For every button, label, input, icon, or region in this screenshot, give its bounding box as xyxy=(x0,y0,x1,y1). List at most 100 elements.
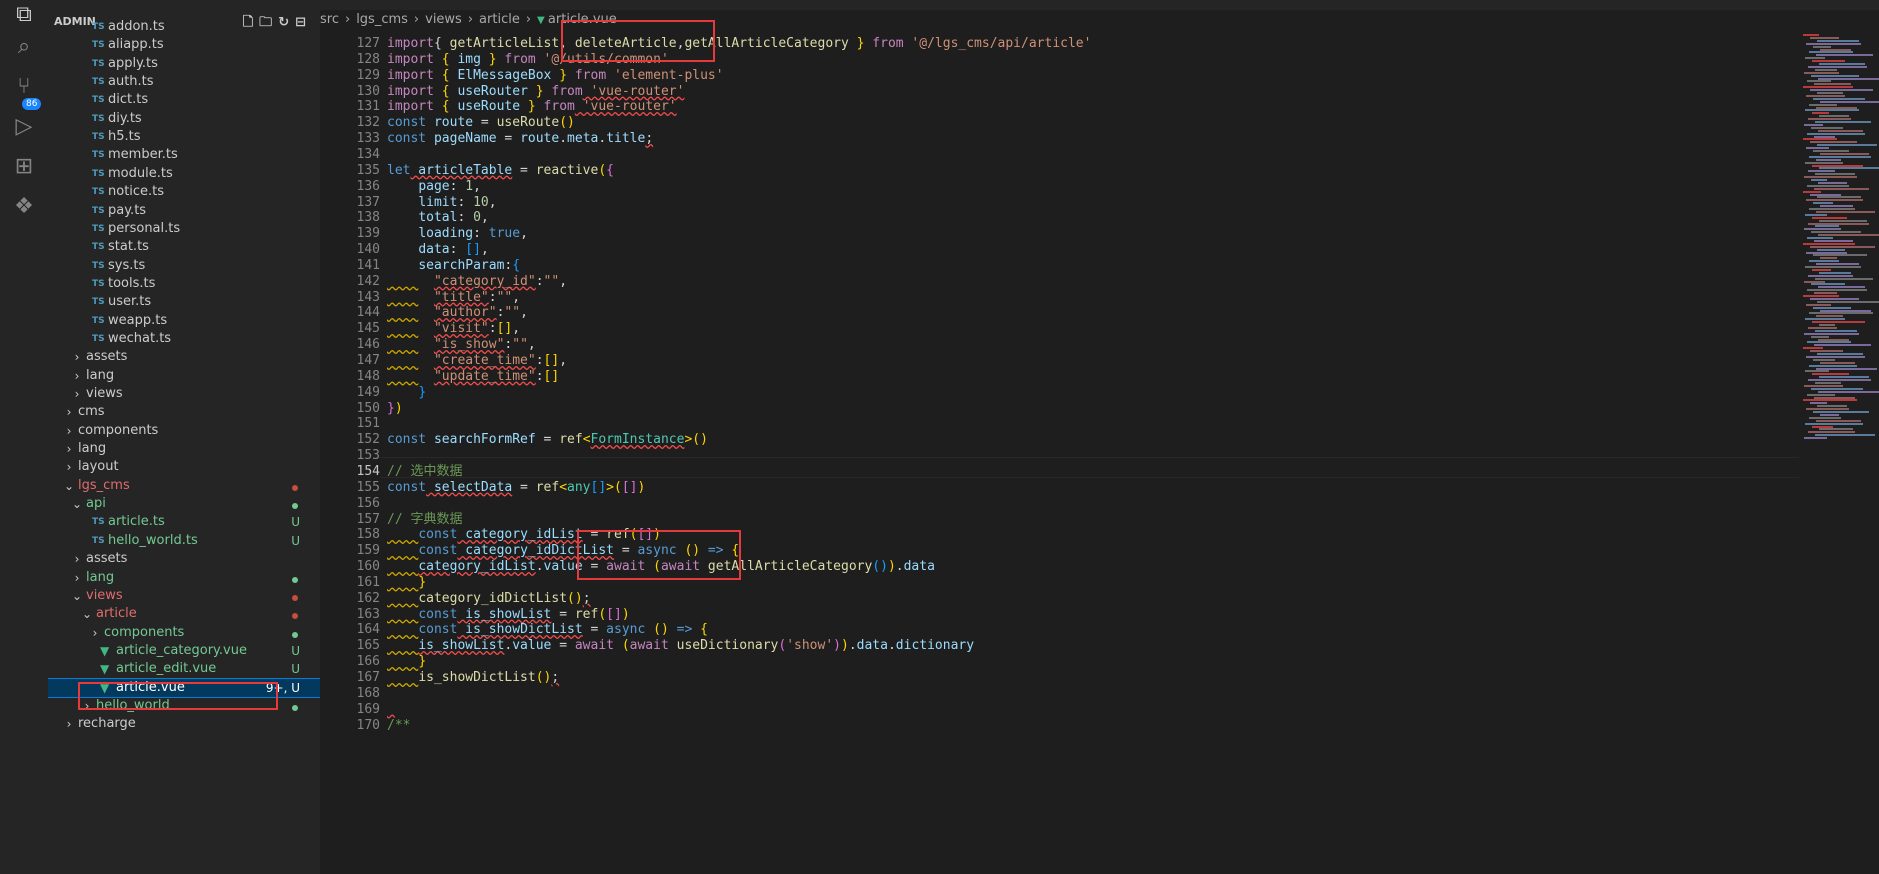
breadcrumb-item[interactable]: article xyxy=(479,12,520,27)
typescript-file-icon: TS xyxy=(92,40,105,51)
tree-file[interactable]: TS member.ts xyxy=(48,146,320,164)
tree-folder[interactable]: ⌄ article xyxy=(48,605,320,623)
git-status-dot xyxy=(292,613,298,620)
breadcrumb-item[interactable]: src xyxy=(320,12,339,27)
chevron-right-icon[interactable]: › xyxy=(62,440,76,458)
chevron-right-icon[interactable]: › xyxy=(88,624,102,642)
tree-folder[interactable]: › components xyxy=(48,422,320,440)
code-line[interactable]: is_showDictList(); xyxy=(387,668,559,687)
minimap-line xyxy=(1808,431,1855,434)
chevron-right-icon[interactable]: › xyxy=(70,348,84,366)
chevron-down-icon[interactable]: ⌄ xyxy=(70,587,84,605)
source-control-icon[interactable]: ⑂ xyxy=(10,72,38,100)
tree-file[interactable]: TS addon.ts xyxy=(48,18,320,36)
minimap-line xyxy=(1808,222,1869,225)
tree-file[interactable]: ▼ article_edit.vue U xyxy=(48,660,320,678)
chevron-right-icon[interactable]: › xyxy=(70,569,84,587)
code-token: useDictionary xyxy=(668,638,779,654)
tree-file[interactable]: TS dict.ts xyxy=(48,91,320,109)
tree-folder[interactable]: › lang xyxy=(48,440,320,458)
minimap-line xyxy=(1807,80,1831,83)
tree-folder[interactable]: ⌄ api xyxy=(48,495,320,513)
typescript-file-icon: TS xyxy=(92,535,105,546)
chevron-down-icon[interactable]: ⌄ xyxy=(62,477,76,495)
tree-file[interactable]: TS sys.ts xyxy=(48,257,320,275)
chevron-right-icon[interactable]: › xyxy=(70,367,84,385)
tree-file[interactable]: TS weapp.ts xyxy=(48,312,320,330)
code-token: , xyxy=(559,353,568,368)
tree-file[interactable]: TS pay.ts xyxy=(48,202,320,220)
explorer-icon[interactable]: ⧉ xyxy=(10,0,38,28)
tree-file[interactable]: TS user.ts xyxy=(48,293,320,311)
highlight-box-file xyxy=(78,682,278,710)
breadcrumb-item[interactable]: lgs_cms xyxy=(356,12,408,27)
typescript-file-icon: TS xyxy=(92,187,105,198)
code-token: . xyxy=(887,638,896,654)
tree-folder[interactable]: › lang xyxy=(48,367,320,385)
code-line[interactable]: const searchFormRef = ref<FormInstance>(… xyxy=(387,430,708,449)
code-token: () xyxy=(535,670,552,685)
tree-folder[interactable]: › assets xyxy=(48,550,320,568)
typescript-file-icon: TS xyxy=(92,132,105,143)
code-token: . xyxy=(895,559,904,575)
tree-file[interactable]: TS apply.ts xyxy=(48,55,320,73)
minimap-line xyxy=(1808,170,1835,173)
tree-file[interactable]: TS article.ts U xyxy=(48,513,320,531)
code-line[interactable]: /** xyxy=(387,716,410,735)
tree-file[interactable]: TS h5.ts xyxy=(48,128,320,146)
chevron-right-icon[interactable]: › xyxy=(70,385,84,403)
minimap[interactable] xyxy=(1799,34,1879,874)
code-line[interactable]: }) xyxy=(387,399,403,418)
tree-folder[interactable]: › views xyxy=(48,385,320,403)
tree-file[interactable]: TS notice.ts xyxy=(48,183,320,201)
chevron-right-icon[interactable]: › xyxy=(62,403,76,421)
tree-file[interactable]: TS tools.ts xyxy=(48,275,320,293)
tree-file[interactable]: TS aliapp.ts xyxy=(48,36,320,54)
tree-file[interactable]: TS personal.ts xyxy=(48,220,320,238)
code-line[interactable]: const selectData = ref<any[]>([]) xyxy=(387,478,645,497)
tree-file[interactable]: TS diy.ts xyxy=(48,110,320,128)
tree-folder[interactable]: › recharge xyxy=(48,715,320,733)
code-token: getArticleList xyxy=(449,36,560,51)
chevron-right-icon[interactable]: › xyxy=(62,458,76,476)
typescript-file-icon: TS xyxy=(92,315,105,326)
chevron-right-icon[interactable]: › xyxy=(62,715,76,733)
minimap-line xyxy=(1818,181,1847,184)
minimap-line xyxy=(1809,364,1857,367)
breadcrumb-item[interactable]: views xyxy=(425,12,462,27)
tree-folder[interactable]: ⌄ views xyxy=(48,587,320,605)
tree-file[interactable]: TS wechat.ts xyxy=(48,330,320,348)
tree-folder[interactable]: ⌄ lgs_cms xyxy=(48,477,320,495)
minimap-line xyxy=(1820,152,1869,155)
tree-folder[interactable]: › cms xyxy=(48,403,320,421)
minimap-line xyxy=(1810,141,1857,144)
code-line[interactable]: const pageName = route.meta.title; xyxy=(387,129,653,148)
tree-folder[interactable]: › lang xyxy=(48,569,320,587)
extensions-icon[interactable]: ⊞ xyxy=(10,152,38,180)
chevron-down-icon[interactable]: ⌄ xyxy=(80,605,94,623)
tree-file[interactable]: TS auth.ts xyxy=(48,73,320,91)
code-token: , xyxy=(520,305,528,321)
tree-file[interactable]: TS stat.ts xyxy=(48,238,320,256)
code-token: data xyxy=(903,559,935,575)
tree-folder[interactable]: › components xyxy=(48,624,320,642)
minimap-line xyxy=(1816,263,1859,266)
tree-folder[interactable]: › assets xyxy=(48,348,320,366)
chevron-right-icon[interactable]: › xyxy=(62,422,76,440)
code-line[interactable]: is_showList. value = await (await useDict… xyxy=(387,636,974,655)
tree-file[interactable]: ▼ article_category.vue U xyxy=(48,642,320,660)
chevron-right-icon[interactable]: › xyxy=(70,550,84,568)
run-debug-icon[interactable]: ▷ xyxy=(10,112,38,140)
tree-file[interactable]: TS hello_world.ts U xyxy=(48,532,320,550)
minimap-line xyxy=(1810,89,1873,92)
search-icon[interactable]: ⌕ xyxy=(10,32,38,60)
python-icon[interactable]: ❖ xyxy=(10,192,38,220)
chevron-down-icon[interactable]: ⌄ xyxy=(70,495,84,513)
tree-folder[interactable]: › layout xyxy=(48,458,320,476)
breadcrumb-separator-icon: › xyxy=(344,12,351,27)
code-token: ) xyxy=(833,638,841,654)
tree-file[interactable]: TS module.ts xyxy=(48,165,320,183)
code-token: = xyxy=(512,479,536,495)
tree-item-label: article.ts xyxy=(108,514,165,530)
